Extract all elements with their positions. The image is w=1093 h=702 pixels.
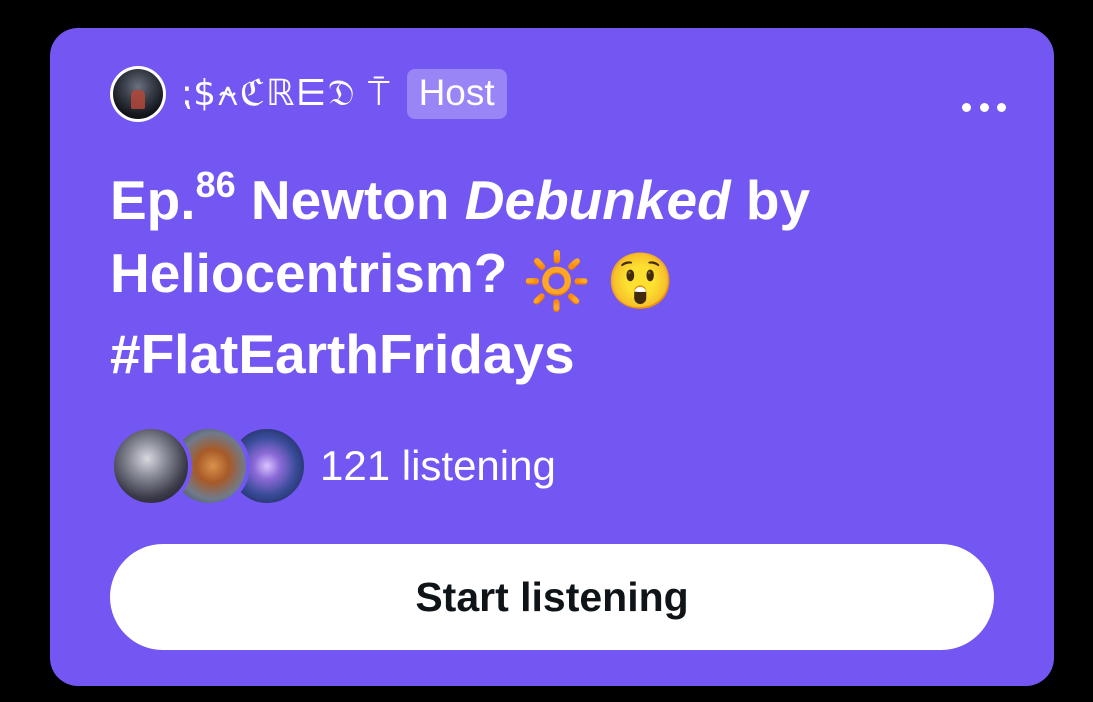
host-avatar[interactable] [110,66,166,122]
host-name[interactable]: ⁏$⍲ℭℝ⋿𝔇 ⍑ [180,76,391,112]
start-listening-button[interactable]: Start listening [110,544,994,650]
listening-count: 121 listening [320,442,556,489]
host-badge: Host [406,69,507,119]
space-card[interactable]: ⁏$⍲ℭℝ⋿𝔇 ⍑ Host Ep.86 Newton Debunked by … [50,28,1054,686]
more-horizontal-icon [979,102,989,112]
title-prefix: Ep. [110,169,196,231]
space-title: Ep.86 Newton Debunked by Heliocentrism? … [110,164,1010,391]
listener-avatar [110,425,192,507]
host-row: ⁏$⍲ℭℝ⋿𝔇 ⍑ Host [110,66,507,122]
title-part-1: Newton [235,169,465,231]
astonished-face-emoji-icon: 😲 [606,250,675,312]
title-emphasis: Debunked [464,169,731,231]
sun-emoji-icon: 🔆 [522,250,592,312]
more-horizontal-icon [962,102,971,112]
more-options-button[interactable] [962,92,1006,122]
host-avatar-image [113,69,163,119]
more-horizontal-icon [997,102,1006,112]
listeners-row: 121 listening [110,425,556,507]
title-hashtag[interactable]: #FlatEarthFridays [110,323,575,385]
start-listening-label: Start listening [415,573,689,620]
listener-avatars [110,425,308,507]
episode-number: 86 [195,164,236,205]
